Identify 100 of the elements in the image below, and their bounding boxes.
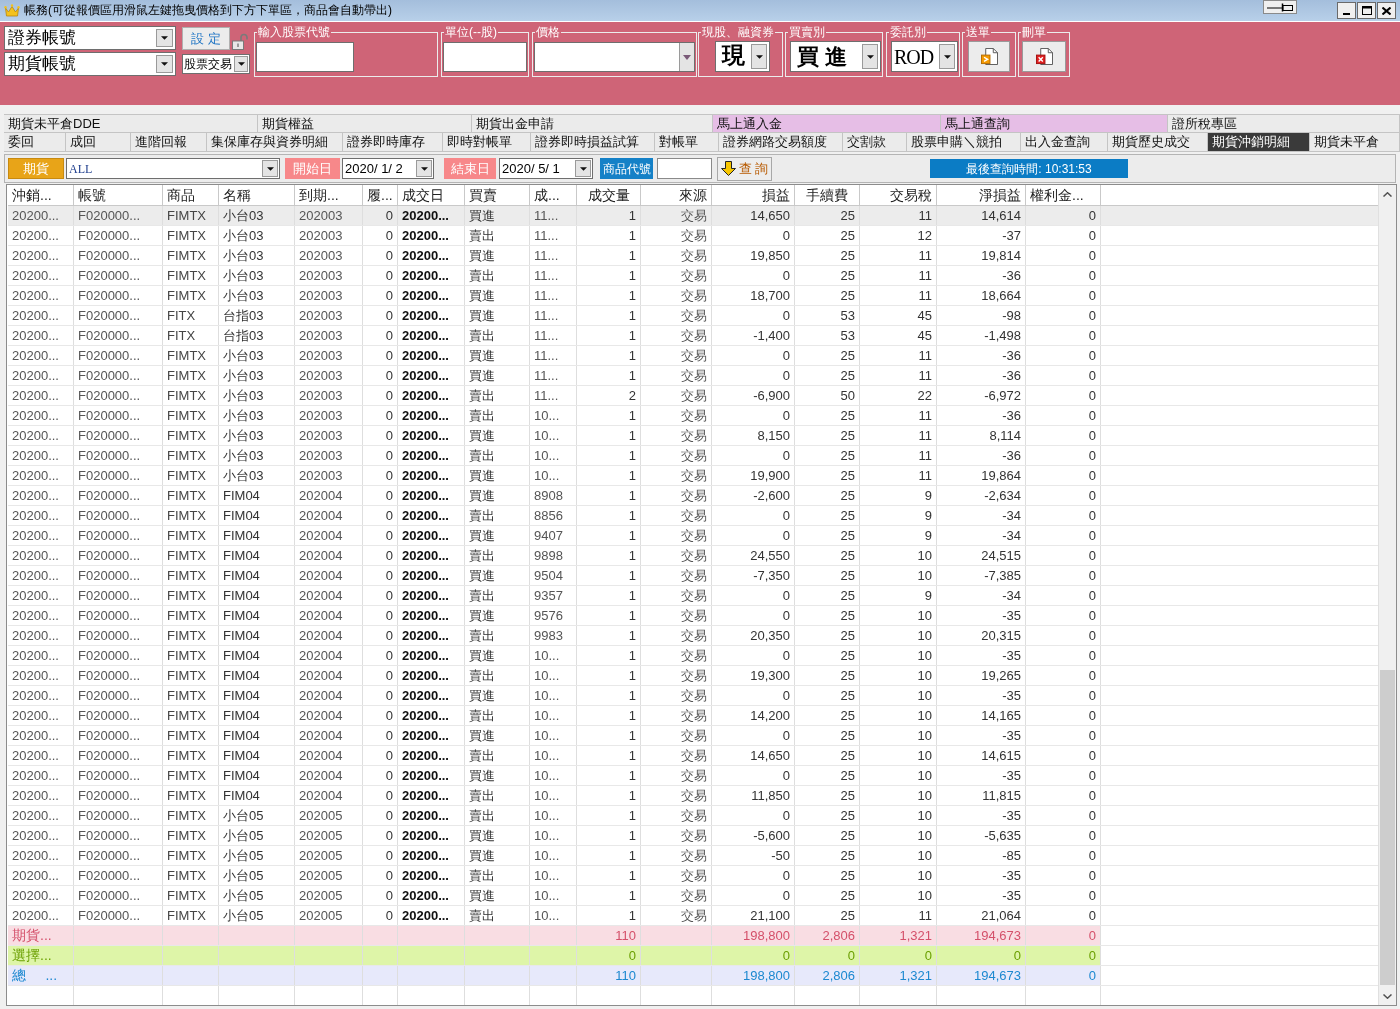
- column-header[interactable]: 手續費: [795, 185, 860, 205]
- table-row[interactable]: 20200... F020000... FIMTX FIM04 202004 0 20200... 賣出 10... 1 交易 14,650 25 10 14,615 0: [8, 746, 1378, 766]
- column-header[interactable]: 沖銷...: [8, 185, 74, 205]
- tab[interactable]: 委回: [4, 132, 66, 152]
- column-header[interactable]: 名稱: [219, 185, 295, 205]
- table-row[interactable]: 20200... F020000... FIMTX 小台03 202003 0 20200... 買進 11... 1 交易 18,700 25 11 18,664 0: [8, 286, 1378, 306]
- stock-code-input[interactable]: [256, 42, 354, 72]
- tab[interactable]: 期貨出金申請: [472, 114, 713, 132]
- table-row[interactable]: 20200... F020000... FIMTX FIM04 202004 0 20200... 買進 8908 1 交易 -2,600 25 9 -2,634 0: [8, 486, 1378, 506]
- table-cell: 202004: [295, 546, 363, 565]
- tab[interactable]: 股票申購＼競拍: [907, 132, 1021, 152]
- table-row[interactable]: 20200... F020000... FIMTX 小台05 202005 0 20200... 買進 10... 1 交易 0 25 10 -35 0: [8, 886, 1378, 906]
- scrollbar-thumb[interactable]: [1380, 670, 1395, 985]
- tab[interactable]: 期貨權益: [258, 114, 472, 132]
- vertical-scrollbar[interactable]: [1378, 185, 1396, 1005]
- table-row[interactable]: 20200... F020000... FIMTX 小台03 202003 0 20200... 買進 11... 1 交易 0 25 11 -36 0: [8, 366, 1378, 386]
- table-row[interactable]: 20200... F020000... FIMTX 小台03 202003 0 20200... 賣出 11... 2 交易 -6,900 50 22 -6,972 0: [8, 386, 1378, 406]
- table-row[interactable]: 20200... F020000... FIMTX FIM04 202004 0 20200... 買進 9576 1 交易 0 25 10 -35 0: [8, 606, 1378, 626]
- table-row[interactable]: 20200... F020000... FIMTX FIM04 202004 0 20200... 賣出 10... 1 交易 11,850 25 10 11,815 0: [8, 786, 1378, 806]
- column-header[interactable]: 買賣: [465, 185, 530, 205]
- tab[interactable]: 即時對帳單: [443, 132, 531, 152]
- column-header[interactable]: 履...: [363, 185, 398, 205]
- table-row[interactable]: 20200... F020000... FIMTX 小台05 202005 0 20200... 買進 10... 1 交易 -5,600 25 10 -5,635 0: [8, 826, 1378, 846]
- table-row[interactable]: 20200... F020000... FIMTX FIM04 202004 0 20200... 買進 10... 1 交易 0 25 10 -35 0: [8, 646, 1378, 666]
- delete-order-button[interactable]: [1022, 41, 1066, 72]
- tab[interactable]: 集保庫存與資券明細: [207, 132, 343, 152]
- send-order-button[interactable]: [968, 41, 1010, 72]
- tab[interactable]: 對帳單: [655, 132, 719, 152]
- table-row[interactable]: 20200... F020000... FIMTX FIM04 202004 0 20200... 買進 10... 1 交易 0 25 10 -35 0: [8, 766, 1378, 786]
- order-type-select[interactable]: ROD: [891, 41, 958, 72]
- tab[interactable]: 證券即時損益試算: [531, 132, 655, 152]
- account-select[interactable]: 期貨帳號: [4, 52, 176, 76]
- tab[interactable]: 出入金查詢: [1021, 132, 1108, 152]
- table-row[interactable]: 20200... F020000... FIMTX 小台03 202003 0 20200... 賣出 11... 1 交易 0 25 11 -36 0: [8, 266, 1378, 286]
- tab[interactable]: 證券網路交易額度: [719, 132, 843, 152]
- table-row[interactable]: 20200... F020000... FIMTX 小台03 202003 0 20200... 賣出 10... 1 交易 0 25 11 -36 0: [8, 406, 1378, 426]
- table-row[interactable]: 20200... F020000... FIMTX 小台03 202003 0 20200... 買進 11... 1 交易 19,850 25 11 19,814 0: [8, 246, 1378, 266]
- symbol-select[interactable]: ALL: [66, 158, 280, 179]
- table-row[interactable]: 20200... F020000... FITX 台指03 202003 0 20200... 買進 11... 1 交易 0 53 45 -98 0: [8, 306, 1378, 326]
- column-header[interactable]: 商品: [163, 185, 219, 205]
- table-row[interactable]: 20200... F020000... FIMTX FIM04 202004 0 20200... 買進 9407 1 交易 0 25 9 -34 0: [8, 526, 1378, 546]
- column-header[interactable]: 到期...: [295, 185, 363, 205]
- position-type-select[interactable]: 現: [715, 41, 770, 72]
- table-row[interactable]: 20200... F020000... FIMTX 小台03 202003 0 20200... 賣出 11... 1 交易 0 25 12 -37 0: [8, 226, 1378, 246]
- table-row[interactable]: 20200... F020000... FIMTX 小台03 202003 0 20200... 買進 10... 1 交易 19,900 25 11 19,864 0: [8, 466, 1378, 486]
- tab[interactable]: 證所稅專區: [1168, 114, 1400, 132]
- trade-type-select[interactable]: 股票交易: [182, 54, 250, 74]
- table-row[interactable]: 20200... F020000... FIMTX FIM04 202004 0 20200... 賣出 10... 1 交易 19,300 25 10 19,265 0: [8, 666, 1378, 686]
- tab[interactable]: 交割款: [843, 132, 907, 152]
- table-row[interactable]: 20200... F020000... FIMTX FIM04 202004 0 20200... 賣出 10... 1 交易 14,200 25 10 14,165 0: [8, 706, 1378, 726]
- query-button[interactable]: 查 詢: [717, 156, 772, 181]
- table-row[interactable]: 20200... F020000... FIMTX 小台03 202003 0 20200... 買進 10... 1 交易 8,150 25 11 8,114 0: [8, 426, 1378, 446]
- column-header[interactable]: 成...: [530, 185, 577, 205]
- table-row[interactable]: 20200... F020000... FIMTX 小台05 202005 0 20200... 賣出 10... 1 交易 0 25 10 -35 0: [8, 866, 1378, 886]
- tab[interactable]: 期貨歷史成交: [1108, 132, 1208, 152]
- tab[interactable]: 進階回報: [131, 132, 207, 152]
- account-select[interactable]: 證券帳號: [4, 26, 176, 50]
- table-row[interactable]: 20200... F020000... FIMTX FIM04 202004 0 20200... 賣出 8856 1 交易 0 25 9 -34 0: [8, 506, 1378, 526]
- table-row[interactable]: 20200... F020000... FIMTX 小台05 202005 0 20200... 賣出 10... 1 交易 21,100 25 11 21,064 0: [8, 906, 1378, 926]
- table-cell: FIMTX: [163, 886, 219, 905]
- table-row[interactable]: 20200... F020000... FIMTX 小台03 202003 0 20200... 買進 11... 1 交易 14,650 25 11 14,614 0: [8, 206, 1378, 226]
- settings-button[interactable]: 設 定: [182, 27, 230, 50]
- column-header[interactable]: 損益: [712, 185, 795, 205]
- column-header[interactable]: 成交日: [398, 185, 465, 205]
- column-header[interactable]: 權利金...: [1026, 185, 1101, 205]
- table-row[interactable]: 20200... F020000... FITX 台指03 202003 0 20200... 賣出 11... 1 交易 -1,400 53 45 -1,498 0: [8, 326, 1378, 346]
- scroll-up-icon[interactable]: [1383, 191, 1392, 197]
- table-row[interactable]: 20200... F020000... FIMTX 小台03 202003 0 20200... 賣出 10... 1 交易 0 25 11 -36 0: [8, 446, 1378, 466]
- tab[interactable]: 成回: [66, 132, 131, 152]
- tab[interactable]: 期貨未平倉DDE: [4, 114, 258, 132]
- side-select[interactable]: 買 進: [790, 41, 881, 72]
- maximize-button[interactable]: [1357, 2, 1376, 19]
- table-row[interactable]: 20200... F020000... FIMTX FIM04 202004 0 20200... 賣出 9357 1 交易 0 25 9 -34 0: [8, 586, 1378, 606]
- table-row[interactable]: 20200... F020000... FIMTX FIM04 202004 0 20200... 賣出 9983 1 交易 20,350 25 10 20,315 0: [8, 626, 1378, 646]
- start-date-select[interactable]: 2020/ 1/ 2: [342, 158, 434, 179]
- table-row[interactable]: 20200... F020000... FIMTX 小台03 202003 0 20200... 買進 11... 1 交易 0 25 11 -36 0: [8, 346, 1378, 366]
- table-row[interactable]: 20200... F020000... FIMTX 小台05 202005 0 20200... 賣出 10... 1 交易 0 25 10 -35 0: [8, 806, 1378, 826]
- table-row[interactable]: 20200... F020000... FIMTX FIM04 202004 0 20200... 買進 9504 1 交易 -7,350 25 10 -7,385 0: [8, 566, 1378, 586]
- price-field[interactable]: [534, 42, 695, 72]
- tab[interactable]: 馬上通查詢: [941, 114, 1168, 132]
- close-button[interactable]: [1377, 2, 1396, 19]
- table-row[interactable]: 20200... F020000... FIMTX FIM04 202004 0 20200... 賣出 9898 1 交易 24,550 25 10 24,515 0: [8, 546, 1378, 566]
- minimize-button[interactable]: [1337, 2, 1356, 19]
- column-header[interactable]: 來源: [641, 185, 712, 205]
- table-row[interactable]: 20200... F020000... FIMTX 小台05 202005 0 20200... 買進 10... 1 交易 -50 25 10 -85 0: [8, 846, 1378, 866]
- tab[interactable]: 期貨未平倉: [1310, 132, 1400, 152]
- end-date-select[interactable]: 2020/ 5/ 1: [499, 158, 593, 179]
- pin-button[interactable]: [1263, 0, 1297, 14]
- column-header[interactable]: 淨損益: [937, 185, 1026, 205]
- table-row[interactable]: 20200... F020000... FIMTX FIM04 202004 0 20200... 買進 10... 1 交易 0 25 10 -35 0: [8, 726, 1378, 746]
- column-header[interactable]: 帳號: [74, 185, 163, 205]
- tab[interactable]: 證券即時庫存: [343, 132, 443, 152]
- scroll-down-icon[interactable]: [1383, 993, 1392, 999]
- column-header[interactable]: 交易稅: [860, 185, 937, 205]
- product-code-input[interactable]: [657, 158, 712, 179]
- tab[interactable]: 期貨沖銷明細: [1208, 132, 1310, 152]
- unit-input[interactable]: [443, 42, 527, 72]
- table-row[interactable]: 20200... F020000... FIMTX FIM04 202004 0 20200... 買進 10... 1 交易 0 25 10 -35 0: [8, 686, 1378, 706]
- tab[interactable]: 馬上通入金: [713, 114, 941, 132]
- column-header[interactable]: 成交量: [577, 185, 641, 205]
